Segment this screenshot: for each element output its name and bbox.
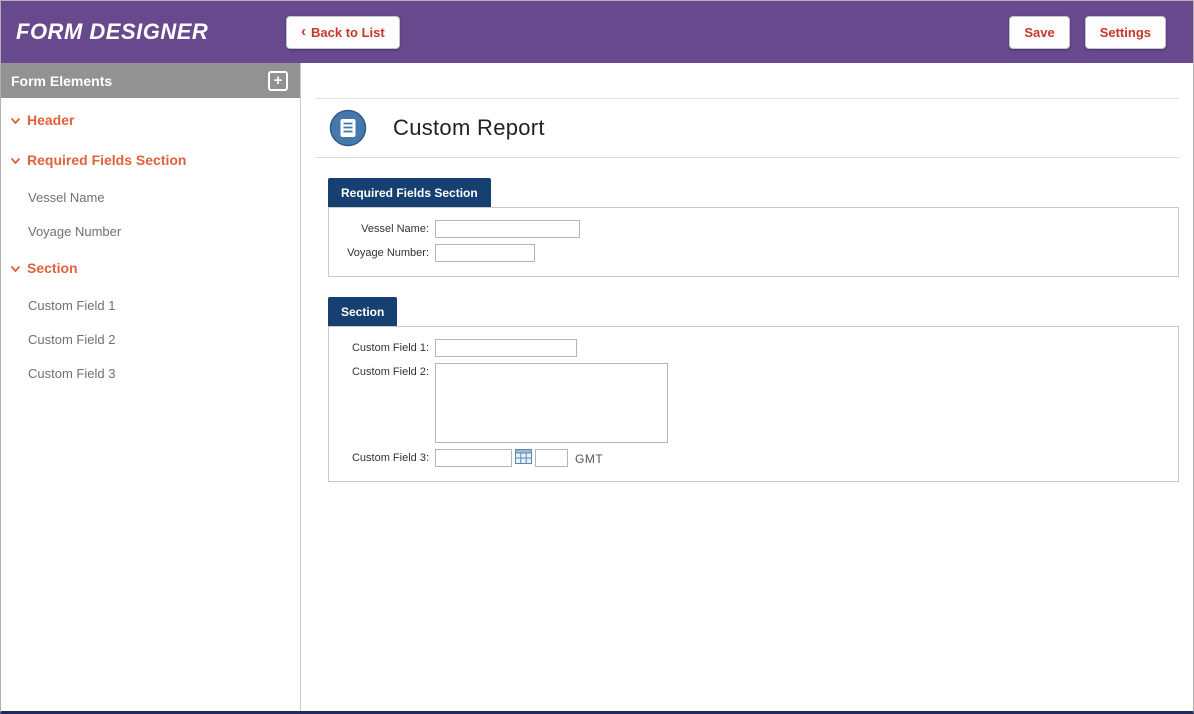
field-row-voyage-number: Voyage Number: [339,244,1168,262]
tree-item-custom-field-2[interactable]: Custom Field 2 [1,322,300,356]
tree-item-label: Voyage Number [28,224,121,239]
form-preview: Custom Report Required Fields Section Ve… [301,63,1193,711]
calendar-icon [515,449,532,467]
section-panel: Vessel Name: Voyage Number: [328,207,1179,277]
app-window: FORM DESIGNER ‹ Back to List Save Settin… [0,0,1194,714]
gmt-label: GMT [575,449,603,466]
custom-field-2-textarea[interactable] [435,363,668,443]
tree-item-custom-field-1[interactable]: Custom Field 1 [1,288,300,322]
tree-item-label: Vessel Name [28,190,105,205]
tree-item-label: Required Fields Section [27,152,186,168]
tree-item-vessel-name[interactable]: Vessel Name [1,180,300,214]
field-row-custom-field-2: Custom Field 2: [339,363,1168,443]
report-header: Custom Report [315,98,1179,158]
custom-field-1-input[interactable] [435,339,577,357]
sidebar-header: Form Elements + [1,63,300,98]
section-required-fields: Required Fields Section Vessel Name: Voy… [315,178,1179,277]
section-panel: Custom Field 1: Custom Field 2: Custom F… [328,326,1179,482]
vessel-name-input[interactable] [435,220,580,238]
section-tab-section[interactable]: Section [328,297,397,326]
topbar: FORM DESIGNER ‹ Back to List Save Settin… [1,1,1193,63]
chevron-down-icon [11,158,20,165]
add-element-button[interactable]: + [268,71,288,91]
calendar-picker-button[interactable] [515,449,532,467]
tree-item-custom-field-3[interactable]: Custom Field 3 [1,356,300,390]
voyage-number-label: Voyage Number: [339,244,429,259]
back-to-list-button[interactable]: ‹ Back to List [286,16,400,49]
tree-item-label: Custom Field 2 [28,332,115,347]
chevron-down-icon [11,118,20,125]
settings-button[interactable]: Settings [1085,16,1166,49]
app-title: FORM DESIGNER [1,19,286,45]
chevron-left-icon: ‹ [301,27,306,37]
chevron-down-icon [11,266,20,273]
back-to-list-label: Back to List [311,25,385,40]
custom-field-3-date-input[interactable] [435,449,512,467]
voyage-number-input[interactable] [435,244,535,262]
tree-item-required-fields-section[interactable]: Required Fields Section [1,140,300,180]
tree-item-voyage-number[interactable]: Voyage Number [1,214,300,248]
vessel-name-label: Vessel Name: [339,220,429,235]
save-button[interactable]: Save [1009,16,1069,49]
form-elements-sidebar: Form Elements + Header Required Fields S… [1,63,301,711]
document-icon [329,109,367,147]
field-row-vessel-name: Vessel Name: [339,220,1168,238]
section-custom: Section Custom Field 1: Custom Field 2: … [315,297,1179,482]
custom-field-3-label: Custom Field 3: [339,449,429,464]
tree-item-label: Header [27,112,74,128]
tree-item-label: Custom Field 3 [28,366,115,381]
field-row-custom-field-1: Custom Field 1: [339,339,1168,357]
tree-item-header[interactable]: Header [1,100,300,140]
custom-field-2-label: Custom Field 2: [339,363,429,378]
section-tab-required-fields[interactable]: Required Fields Section [328,178,491,207]
custom-field-1-label: Custom Field 1: [339,339,429,354]
tree-item-section[interactable]: Section [1,248,300,288]
tree-item-label: Section [27,260,78,276]
tree-item-label: Custom Field 1 [28,298,115,313]
field-row-custom-field-3: Custom Field 3: [339,449,1168,467]
form-elements-tree: Header Required Fields Section Vessel Na… [1,98,300,390]
sidebar-title: Form Elements [11,73,112,89]
report-title: Custom Report [393,115,545,141]
custom-field-3-time-input[interactable] [535,449,568,467]
